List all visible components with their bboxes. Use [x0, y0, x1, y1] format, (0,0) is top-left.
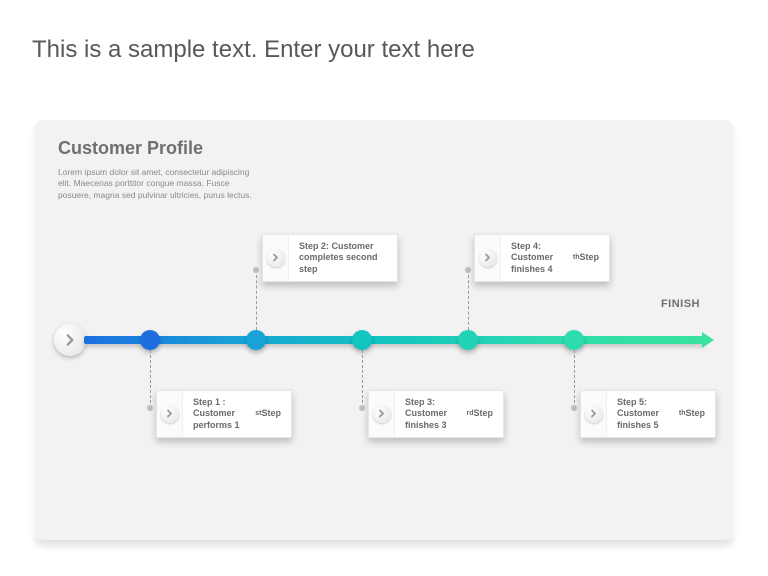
timeline-start-marker [54, 324, 86, 356]
connector-3 [362, 350, 363, 408]
callout-bullet [581, 391, 607, 437]
timeline-node-2 [246, 330, 266, 350]
timeline-node-5 [564, 330, 584, 350]
connector-dot-4 [465, 267, 471, 273]
chevron-right-icon [585, 405, 603, 423]
connector-dot-5 [571, 405, 577, 411]
step-label-5: Step 5: Customer finishes 5th Step [607, 391, 715, 437]
step-label-2: Step 2: Customer completes second step [289, 235, 397, 281]
timeline-node-3 [352, 330, 372, 350]
panel-heading: Customer Profile [58, 138, 710, 159]
connector-4 [468, 270, 469, 330]
step-callout-5: Step 5: Customer finishes 5th Step [580, 390, 716, 438]
panel-description: Lorem ipsum dolor sit amet, consectetur … [58, 167, 258, 201]
title-area: This is a sample text. Enter your text h… [32, 36, 736, 64]
step-callout-1: Step 1 : Customer performs 1st Step [156, 390, 292, 438]
connector-dot-2 [253, 267, 259, 273]
callout-bullet [263, 235, 289, 281]
step-callout-4: Step 4: Customer finishes 4th Step [474, 234, 610, 282]
chevron-right-icon [267, 249, 285, 267]
connector-dot-3 [359, 405, 365, 411]
timeline-node-1 [140, 330, 160, 350]
chevron-right-icon [373, 405, 391, 423]
connector-dot-1 [147, 405, 153, 411]
callout-bullet [157, 391, 183, 437]
content-panel: Customer Profile Lorem ipsum dolor sit a… [36, 120, 732, 540]
timeline: FINISH [36, 320, 732, 360]
callout-bullet [369, 391, 395, 437]
step-callout-3: Step 3: Customer finishes 3rd Step [368, 390, 504, 438]
timeline-node-4 [458, 330, 478, 350]
connector-1 [150, 350, 151, 408]
connector-5 [574, 350, 575, 408]
chevron-right-icon [63, 333, 77, 347]
timeline-arrowhead [702, 332, 714, 348]
chevron-right-icon [161, 405, 179, 423]
step-label-4: Step 4: Customer finishes 4th Step [501, 235, 609, 281]
step-callout-2: Step 2: Customer completes second step [262, 234, 398, 282]
page-title: This is a sample text. Enter your text h… [32, 36, 736, 64]
chevron-right-icon [479, 249, 497, 267]
finish-label: FINISH [661, 298, 700, 310]
step-label-1: Step 1 : Customer performs 1st Step [183, 391, 291, 437]
callout-bullet [475, 235, 501, 281]
timeline-track [84, 336, 704, 344]
connector-2 [256, 270, 257, 330]
step-label-3: Step 3: Customer finishes 3rd Step [395, 391, 503, 437]
slide: This is a sample text. Enter your text h… [0, 0, 768, 576]
